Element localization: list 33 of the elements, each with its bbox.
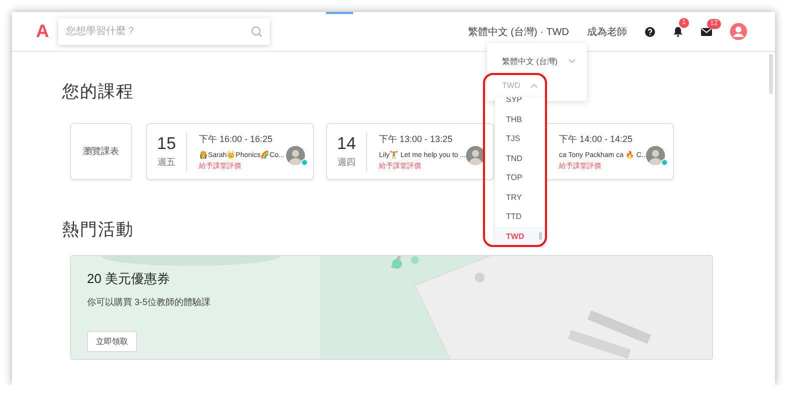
locale-link[interactable]: 繁體中文 (台灣) · TWD (468, 24, 569, 38)
avatar-icon (466, 146, 485, 165)
lesson-time: 下午 16:00 - 16:25 (199, 132, 274, 146)
search-field[interactable]: 您想學習什麼？ (58, 18, 270, 45)
bell-icon[interactable] (673, 26, 683, 37)
lesson-day: 15 (157, 134, 176, 154)
lesson-weekday: 週四 (338, 156, 356, 169)
lesson-weekday: 週五 (158, 156, 176, 169)
section-heading: 您的課程 (62, 81, 134, 103)
currency-option[interactable]: TJS (495, 129, 545, 148)
chevron-icon (568, 59, 576, 64)
browse-schedule-button[interactable]: 瀏覽課表 (70, 123, 132, 180)
user-avatar-icon[interactable] (730, 23, 747, 40)
currency-option[interactable]: TOP (495, 168, 545, 188)
claim-button[interactable]: 立即領取 (87, 331, 137, 352)
lesson-day: 14 (337, 134, 356, 154)
language-select[interactable]: 繁體中文 (台灣) (502, 56, 587, 67)
currency-option[interactable]: TTD (495, 207, 545, 226)
banner-title: 20 美元優惠券 (87, 270, 172, 288)
currency-option[interactable]: TRY (495, 188, 545, 207)
section-heading: 熱門活動 (62, 219, 134, 241)
lesson-time: 下午 13:00 - 13:25 (379, 132, 454, 146)
help-icon[interactable] (645, 26, 655, 36)
currency-option[interactable]: THB (495, 110, 545, 129)
avatar-icon (286, 146, 305, 165)
teacher-link[interactable]: 成為老師 (587, 24, 627, 38)
avatar-icon (646, 146, 665, 165)
chevron-icon (530, 83, 538, 88)
banner-subtitle: 你可以購買 3-5位教師的體驗課 (87, 296, 212, 309)
mail-icon[interactable] (701, 27, 712, 36)
currency-option[interactable]: TND (495, 148, 545, 168)
lesson-time: 下午 14:00 - 14:25 (559, 132, 634, 146)
currency-option[interactable]: SYP (495, 97, 545, 110)
